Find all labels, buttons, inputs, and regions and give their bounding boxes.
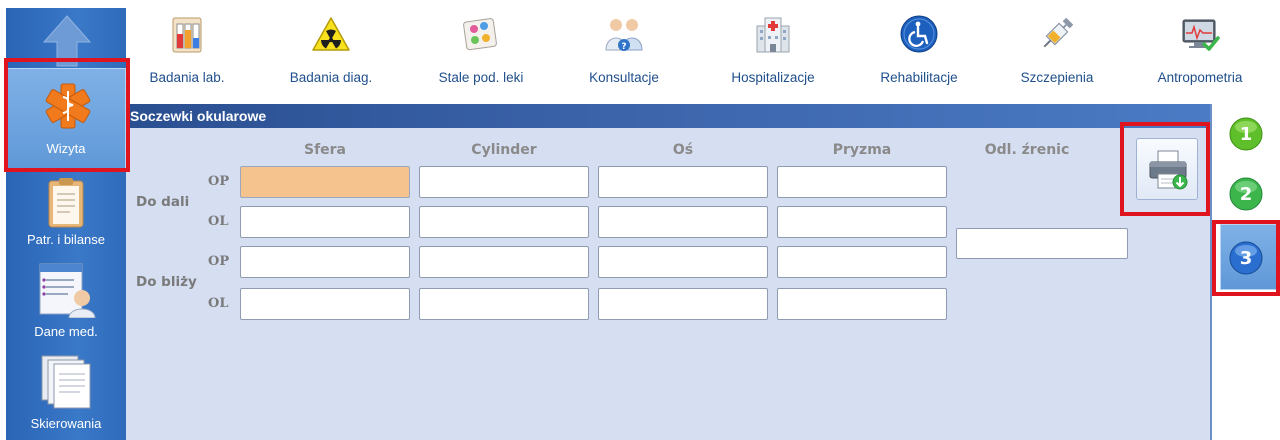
cylinder-blizy-ol-field[interactable] <box>419 288 589 320</box>
step-rail: 1 2 3 <box>1212 104 1280 440</box>
pryzma-dali-op-field[interactable] <box>777 166 947 198</box>
step-1-button[interactable]: 1 <box>1228 116 1264 152</box>
radiation-icon <box>312 17 350 51</box>
toolbar-badania-diag[interactable]: Badania diag. <box>276 8 386 104</box>
sidebar-item-dane-med[interactable]: Dane med. <box>6 260 126 352</box>
toolbar-badania-lab[interactable]: Badania lab. <box>138 8 236 104</box>
step-3-button[interactable]: 3 <box>1228 240 1264 276</box>
os-dali-ol-field[interactable] <box>598 206 768 238</box>
step-number: 3 <box>1240 248 1253 269</box>
step-2-button[interactable]: 2 <box>1228 176 1264 212</box>
sidebar-item-patr-i-bilanse[interactable]: Patr. i bilanse <box>6 174 126 266</box>
pills-icon <box>463 18 497 51</box>
sidebar-item-label: Dane med. <box>34 324 98 339</box>
toolbar-label: Badania lab. <box>149 70 225 85</box>
column-header-cylinder: Cylinder <box>471 142 537 158</box>
column-header-odl-zrenic: Odl. źrenic <box>984 142 1070 158</box>
left-sidebar: Wizyta Patr. i bilanse Dane med. Skierow… <box>6 8 126 440</box>
panel-title: Soczewki okularowe <box>126 104 1210 128</box>
toolbar-label: Stale pod. leki <box>438 70 524 85</box>
step-number: 1 <box>1240 124 1253 145</box>
toolbar-stale-pod-leki[interactable]: Stale pod. leki <box>424 8 538 104</box>
toolbar-label: Hospitalizacje <box>731 70 815 85</box>
sidebar-item-label: Wizyta <box>46 141 86 156</box>
medical-star-icon <box>45 83 91 129</box>
printer-icon <box>1149 150 1188 190</box>
row-label-op: OP <box>208 174 230 189</box>
lens-prescription-panel: Soczewki okularowe Sfera Cylinder Oś Pry… <box>126 104 1212 440</box>
cylinder-dali-op-field[interactable] <box>419 166 589 198</box>
pryzma-blizy-op-field[interactable] <box>777 246 947 278</box>
group-label-do-blizy: Do bliży <box>136 274 197 290</box>
column-header-os: Oś <box>672 142 694 158</box>
toolbar-label: Antropometria <box>1157 70 1243 85</box>
row-label-ol: OL <box>208 214 229 229</box>
toolbar-label: Rehabilitacje <box>880 70 958 85</box>
hospital-icon <box>756 17 790 53</box>
sfera-dali-ol-field[interactable] <box>240 206 410 238</box>
svg-text:?: ? <box>621 42 626 52</box>
toolbar-label: Badania diag. <box>289 70 373 85</box>
print-button[interactable] <box>1136 138 1198 200</box>
toolbar-szczepienia[interactable]: Szczepienia <box>1008 8 1106 104</box>
group-label-do-dali: Do dali <box>136 194 190 210</box>
step-number: 2 <box>1240 184 1253 205</box>
column-header-sfera: Sfera <box>303 142 347 158</box>
medical-record-icon <box>39 263 96 318</box>
cylinder-blizy-op-field[interactable] <box>419 246 589 278</box>
row-label-ol: OL <box>208 296 229 311</box>
lab-tubes-icon <box>172 17 202 53</box>
clipboard-icon <box>48 178 84 228</box>
wheelchair-icon <box>900 15 938 53</box>
syringe-icon <box>1043 17 1074 48</box>
step-2-icon: 2 <box>1229 177 1263 211</box>
sidebar-item-label: Patr. i bilanse <box>26 232 106 247</box>
toolbar-label: Szczepienia <box>1020 70 1094 85</box>
sfera-dali-op-field[interactable] <box>240 166 410 198</box>
odl-zrenic-field[interactable] <box>956 228 1128 259</box>
os-dali-op-field[interactable] <box>598 166 768 198</box>
row-label-op: OP <box>208 254 230 269</box>
consultation-icon: ? <box>605 19 643 52</box>
toolbar-label: Konsultacje <box>589 70 659 85</box>
documents-stack-icon <box>41 355 91 409</box>
sfera-blizy-ol-field[interactable] <box>240 288 410 320</box>
toolbar-antropometria[interactable]: Antropometria <box>1136 8 1264 104</box>
sidebar-item-label: Skierowania <box>30 416 102 431</box>
monitor-check-icon <box>1182 19 1220 51</box>
step-3-icon: 3 <box>1229 241 1263 275</box>
top-toolbar: Badania lab. Badania diag. Stale pod. le… <box>126 8 1280 104</box>
os-blizy-op-field[interactable] <box>598 246 768 278</box>
pryzma-dali-ol-field[interactable] <box>777 206 947 238</box>
toolbar-hospitalizacje[interactable]: Hospitalizacje <box>712 8 834 104</box>
os-blizy-ol-field[interactable] <box>598 288 768 320</box>
step-1-icon: 1 <box>1229 117 1263 151</box>
sfera-blizy-op-field[interactable] <box>240 246 410 278</box>
toolbar-konsultacje[interactable]: ? Konsultacje <box>572 8 676 104</box>
pryzma-blizy-ol-field[interactable] <box>777 288 947 320</box>
sidebar-item-wizyta[interactable]: Wizyta <box>6 68 126 172</box>
cylinder-dali-ol-field[interactable] <box>419 206 589 238</box>
sidebar-item-skierowania[interactable]: Skierowania <box>6 354 126 440</box>
scroll-up-arrow-icon[interactable] <box>42 14 92 68</box>
column-header-pryzma: Pryzma <box>832 142 892 158</box>
toolbar-rehabilitacje[interactable]: Rehabilitacje <box>864 8 974 104</box>
